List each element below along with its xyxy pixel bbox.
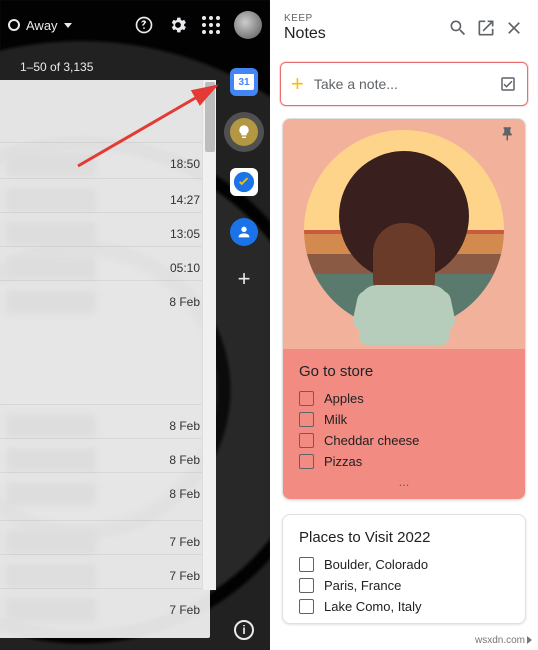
message-preview-blur [6,222,96,246]
open-in-new-icon[interactable] [476,18,496,38]
chevron-down-icon [64,23,72,28]
checklist-item[interactable]: Pizzas [299,451,509,472]
contacts-app-icon[interactable] [230,218,258,246]
add-app-icon[interactable]: + [233,268,255,290]
message-time: 7 Feb [169,535,200,549]
close-icon[interactable] [504,18,524,38]
checkbox-icon[interactable] [299,391,314,406]
checklist-item-label: Paris, France [324,578,401,593]
side-panel-apps: 31 + i [218,50,270,650]
message-row[interactable]: 8 Feb [0,280,210,322]
message-time: 7 Feb [169,569,200,583]
checklist-item[interactable]: Lake Como, Italy [299,596,509,617]
checkbox-icon[interactable] [299,412,314,427]
message-preview-blur [6,482,96,506]
checkbox-icon[interactable] [299,557,314,572]
checklist-item[interactable]: Paris, France [299,575,509,596]
message-preview-blur [6,530,96,554]
gmail-scrollbar-thumb[interactable] [205,82,215,152]
calendar-day-label: 31 [234,74,254,90]
message-time: 18:50 [170,157,200,171]
new-list-icon[interactable] [499,75,517,93]
checklist-item-label: Milk [324,412,347,427]
watermark: wsxdn.com [475,635,532,646]
pin-icon[interactable] [499,125,517,143]
message-preview-blur [6,188,96,212]
checklist-item-label: Boulder, Colorado [324,557,428,572]
checklist-item[interactable]: Milk [299,409,509,430]
google-apps-icon[interactable] [202,16,220,34]
message-preview-blur [6,256,96,280]
message-time: 8 Feb [169,487,200,501]
message-preview-blur [6,414,96,438]
chat-status-selector[interactable]: Away [8,18,72,33]
message-row[interactable]: 7 Feb [0,588,210,630]
keep-app-icon[interactable] [230,118,258,146]
checkbox-icon[interactable] [299,578,314,593]
search-icon[interactable] [448,18,468,38]
note-title: Go to store [299,363,509,380]
checkbox-icon[interactable] [299,454,314,469]
notes-scroll-area[interactable]: Go to store Apples Milk Cheddar cheese Pizz… [270,118,538,650]
message-preview-blur [6,598,96,622]
message-row[interactable]: 8 Feb [0,472,210,514]
checklist-item-label: Pizzas [324,454,362,469]
message-time: 14:27 [170,193,200,207]
gmail-scrollbar-track[interactable] [202,80,216,590]
note-more-indicator: ... [299,472,509,489]
checkbox-icon[interactable] [299,599,314,614]
gmail-topbar: Away [0,0,270,50]
checklist-item[interactable]: Cheddar cheese [299,430,509,451]
gmail-pane: Away 1–50 of 3,135 18:5014:2713:0505:108… [0,0,270,650]
keep-panel: KEEP Notes + Take a note... Go to store … [270,0,538,650]
message-time: 13:05 [170,227,200,241]
message-preview-blur [6,152,96,176]
checklist-item-label: Cheddar cheese [324,433,419,448]
take-note-placeholder: Take a note... [314,76,489,92]
keep-header: KEEP Notes [270,0,538,56]
help-icon[interactable] [134,15,154,35]
info-icon[interactable]: i [234,620,254,640]
calendar-app-icon[interactable]: 31 [230,68,258,96]
message-time: 8 Feb [169,295,200,309]
message-time: 8 Feb [169,419,200,433]
note-image [283,119,525,349]
note-card-store[interactable]: Go to store Apples Milk Cheddar cheese Pizz… [282,118,526,500]
account-avatar[interactable] [234,11,262,39]
gear-icon[interactable] [168,15,188,35]
note-title: Places to Visit 2022 [299,529,509,546]
note-card-places[interactable]: Places to Visit 2022 Boulder, Colorado Pa… [282,514,526,624]
message-time: 7 Feb [169,603,200,617]
checklist-item[interactable]: Boulder, Colorado [299,554,509,575]
tasks-app-icon[interactable] [230,168,258,196]
status-away-icon [8,19,20,31]
keep-header-title: Notes [284,25,326,43]
status-label: Away [26,18,58,33]
checklist-item-label: Lake Como, Italy [324,599,422,614]
message-preview-blur [6,290,96,314]
checklist-item[interactable]: Apples [299,388,509,409]
gmail-message-list[interactable]: 18:50 14:27 13:05 05:10 8 Feb 8 Feb 8 Feb 8 Feb… [0,80,210,638]
checklist-item-label: Apples [324,391,364,406]
keep-header-small: KEEP [284,13,326,25]
message-time: 8 Feb [169,453,200,467]
checkbox-icon[interactable] [299,433,314,448]
caret-right-icon [527,636,532,644]
plus-icon: + [291,71,304,97]
take-note-input[interactable]: + Take a note... [280,62,528,106]
message-preview-blur [6,448,96,472]
message-preview-blur [6,564,96,588]
message-time: 05:10 [170,261,200,275]
